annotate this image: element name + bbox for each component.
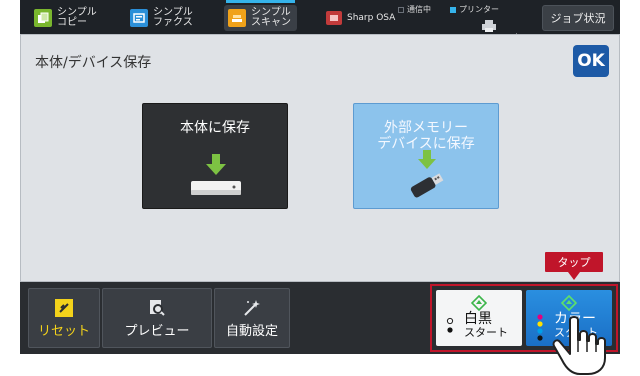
magic-wand-icon [242, 299, 262, 321]
save-destination-panel: 本体/デバイス保存 OK 本体に保存 外部メモリー デバイスに保存 [20, 34, 620, 282]
scan-icon [228, 9, 246, 27]
save-to-external-label: 外部メモリー デバイスに保存 [354, 120, 498, 152]
fax-icon [130, 9, 148, 27]
tab-label-line2: ファクス [153, 17, 193, 28]
ok-button[interactable]: OK [573, 45, 609, 77]
save-to-external-memory-button[interactable]: 外部メモリー デバイスに保存 [353, 103, 499, 209]
printer-indicator-icon [450, 6, 456, 13]
communicating-indicator-icon [398, 6, 404, 13]
save-to-device-button[interactable]: 本体に保存 [142, 103, 288, 209]
status-communicating: 通信中 [398, 4, 431, 15]
cmyk-indicator-icon [536, 314, 544, 346]
save-to-external-line1: 外部メモリー [384, 120, 468, 136]
page-title: 本体/デバイス保存 [35, 55, 152, 71]
bw-start-sub-label: スタート [464, 326, 508, 339]
job-status-button[interactable]: ジョブ状況 [542, 5, 614, 31]
bottom-bar: リセット プレビュー 自動設定 白黒 スタート [20, 282, 620, 354]
status-communicating-label: 通信中 [407, 5, 431, 14]
osa-icon [326, 11, 342, 25]
preview-magnifier-icon [148, 299, 166, 321]
status-printer: プリンター [450, 4, 499, 15]
tab-simple-fax[interactable]: シンプル ファクス [130, 5, 193, 31]
bw-start-button[interactable]: 白黒 スタート [436, 290, 522, 346]
usb-drive-icon [408, 170, 446, 202]
bw-start-text: 白黒 スタート [464, 312, 508, 340]
tab-label: Sharp OSA [347, 13, 396, 23]
tab-simple-copy[interactable]: シンプル コピー [34, 5, 97, 31]
bw-start-main-label: 白黒 [464, 311, 492, 327]
hand-pointer-icon [548, 314, 610, 376]
status-printer-label: プリンター [459, 5, 499, 14]
reset-button[interactable]: リセット [28, 288, 100, 348]
auto-setting-label: 自動設定 [225, 324, 278, 339]
copy-icon [34, 9, 52, 27]
reset-icon [55, 299, 73, 321]
tab-sharp-osa[interactable]: Sharp OSA [326, 5, 395, 31]
tab-simple-scan[interactable]: シンプル スキャン [224, 0, 297, 31]
tab-label-line2: コピー [57, 17, 87, 28]
top-bar: シンプル コピー シンプル ファクス シンプル スキャン Sharp OSA 通信中 … [20, 0, 620, 39]
download-arrow-icon [206, 154, 226, 180]
preview-button[interactable]: プレビュー [102, 288, 212, 348]
auto-setting-button[interactable]: 自動設定 [214, 288, 290, 348]
bw-indicator-icon [446, 317, 454, 339]
tab-label-line2: スキャン [251, 17, 291, 28]
storage-device-icon [191, 180, 241, 199]
reset-label: リセット [37, 324, 90, 339]
tap-callout: タップ [545, 252, 603, 280]
preview-label: プレビュー [124, 324, 190, 339]
save-to-device-label: 本体に保存 [180, 120, 250, 136]
